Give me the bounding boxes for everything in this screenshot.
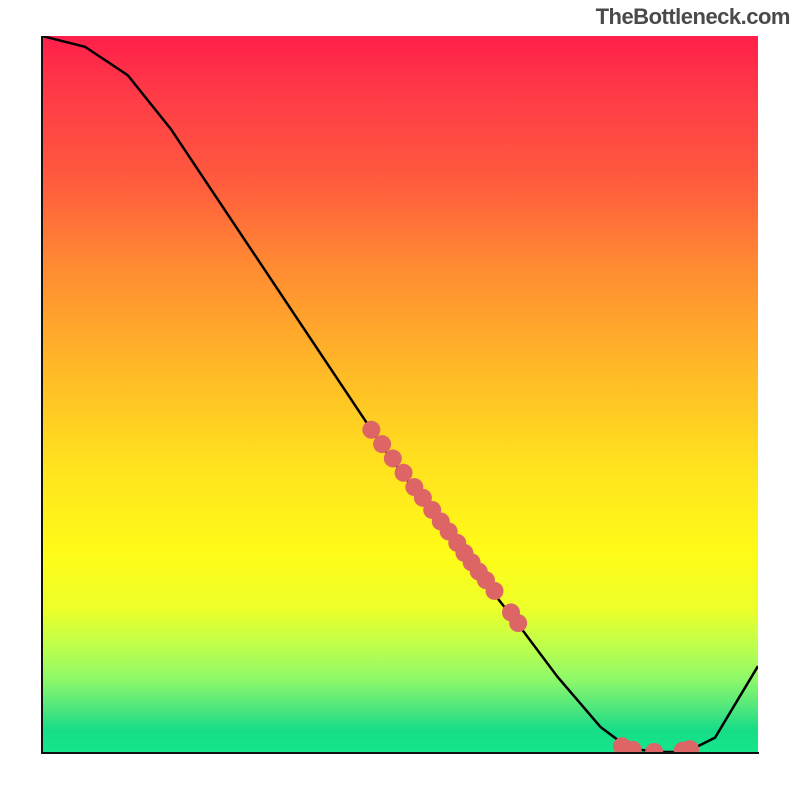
bottleneck-curve (42, 36, 758, 752)
data-point (362, 421, 380, 439)
data-point (384, 449, 402, 467)
scatter-points (362, 421, 699, 752)
chart-container: TheBottleneck.com (0, 0, 800, 800)
data-point (509, 614, 527, 632)
data-point (395, 464, 413, 482)
data-point (373, 435, 391, 453)
x-axis (41, 752, 759, 754)
watermark-text: TheBottleneck.com (596, 4, 790, 30)
data-point (486, 582, 504, 600)
plot-area (42, 36, 758, 752)
data-point (645, 743, 663, 752)
chart-svg (42, 36, 758, 752)
